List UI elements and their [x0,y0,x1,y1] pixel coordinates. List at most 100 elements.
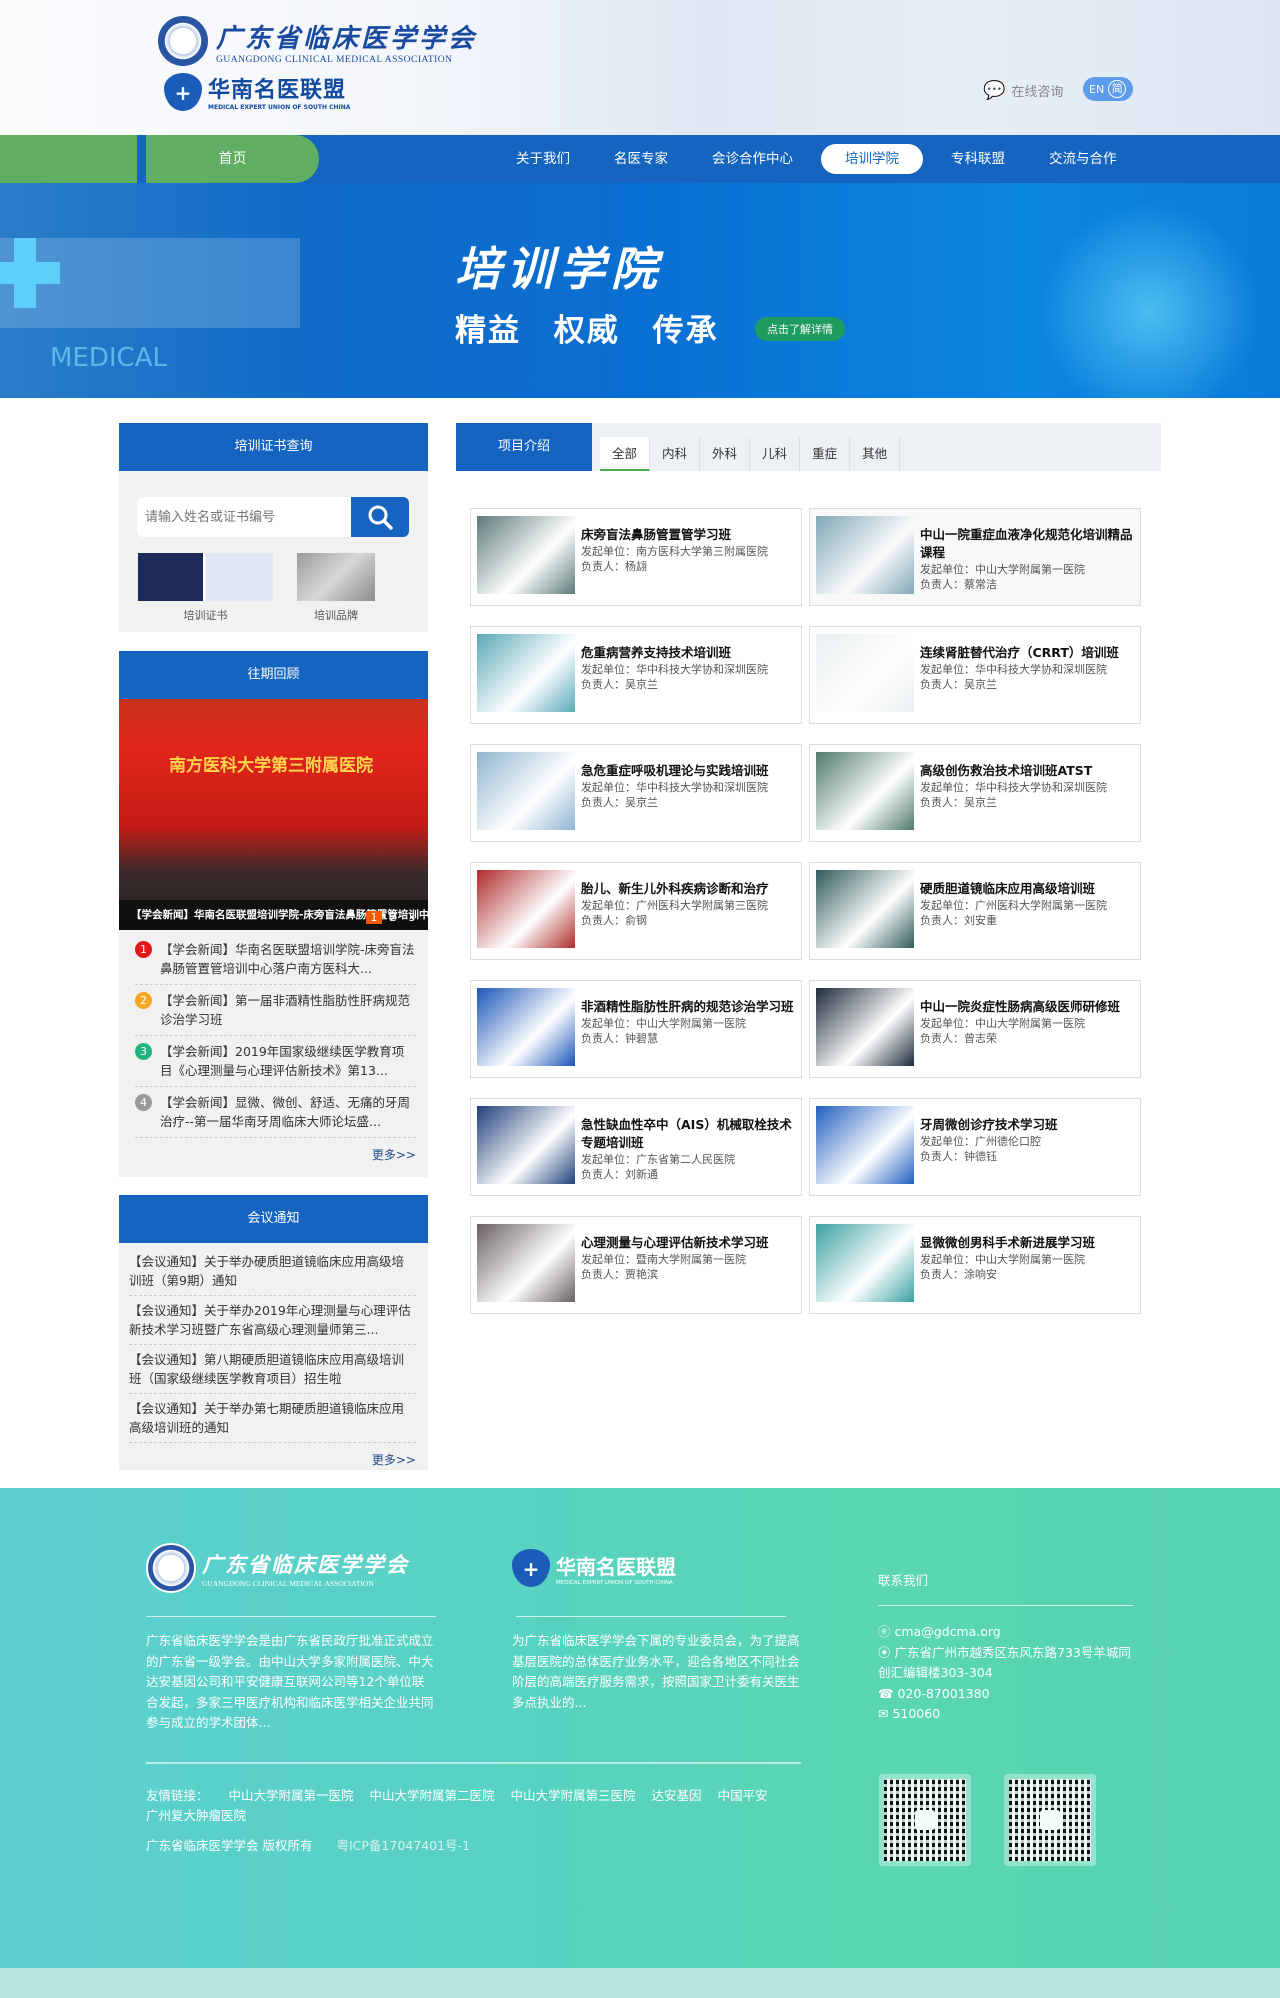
project-card[interactable]: 中山一院炎症性肠病高级医师研修班 发起单位：中山大学附属第一医院 负责人：曾志荣 [809,980,1141,1078]
notice-item[interactable]: 【会议通知】第八期硬质胆道镜临床应用高级培训班（国家级继续医学教育项目）招生啦 [129,1345,416,1394]
project-card[interactable]: 胎儿、新生儿外科疾病诊断和治疗 发起单位：广州医科大学附属第三医院 负责人：俞钢 [470,862,802,960]
project-card[interactable]: 急性缺血性卒中（AIS）机械取栓技术专题培训班 发起单位：广东省第二人民医院 负… [470,1098,802,1196]
language-toggle[interactable]: EN 简 [1083,77,1133,101]
project-card[interactable]: 牙周微创诊疗技术学习班 发起单位：广州德伦口腔 负责人：钟德钰 [809,1098,1141,1196]
friend-link[interactable]: 中国平安 [718,1788,768,1803]
cert-search-input[interactable] [137,497,351,537]
nav-experts[interactable]: 名医专家 [598,144,684,174]
project-card[interactable]: 非酒精性脂肪性肝病的规范诊治学习班 发起单位：中山大学附属第一医院 负责人：钟碧… [470,980,802,1078]
main-nav: 首页 关于我们 名医专家 会诊合作中心 培训学院 专科联盟 交流与合作 [0,135,1280,183]
brand-item[interactable]: 培训品牌 [297,553,375,623]
notice-item[interactable]: 【会议通知】关于举办第七期硬质胆道镜临床应用高级培训班的通知 [129,1394,416,1443]
project-card[interactable]: 显微微创男科手术新进展学习班 发起单位：中山大学附属第一医院 负责人：涂响安 [809,1216,1141,1314]
project-card[interactable]: 高级创伤救治技术培训班ATST 发起单位：华中科技大学协和深圳医院 负责人：吴京… [809,744,1141,842]
project-name[interactable]: 胎儿、新生儿外科疾病诊断和治疗 [581,880,769,898]
tab-all[interactable]: 全部 [600,437,651,471]
slide-page-2[interactable]: 2 [385,911,401,924]
news-item[interactable]: 3 【学会新闻】2019年国家级继续医学教育项目《心理测量与心理评估新技术》第13… [135,1036,416,1087]
project-name[interactable]: 硬质胆道镜临床应用高级培训班 [920,880,1107,898]
project-org: 发起单位：广州医科大学附属第一医院 [920,898,1107,913]
banner-details-button[interactable]: 点击了解详情 [755,317,845,341]
project-name[interactable]: 牙周微创诊疗技术学习班 [920,1116,1058,1134]
online-consult-link[interactable]: 💬 在线咨询 [983,80,1063,101]
cma-seal-icon [146,1543,196,1593]
project-name[interactable]: 中山一院重症血液净化规范化培训精品课程 [920,526,1134,562]
medical-cross-icon [0,238,60,308]
project-thumbnail [816,870,914,948]
friend-link[interactable]: 中山大学附属第二医院 [370,1788,495,1803]
project-name[interactable]: 中山一院炎症性肠病高级医师研修班 [920,998,1120,1016]
org-value: 中山大学附属第一医院 [975,563,1085,576]
friend-link[interactable]: 中山大学附属第一医院 [229,1788,354,1803]
news-item[interactable]: 4 【学会新闻】显微、微创、舒适、无痛的牙周治疗--第一届华南牙周临床大师论坛盛.… [135,1087,416,1138]
tab-surgery[interactable]: 外科 [700,437,751,471]
footer-union-logo[interactable]: + 华南名医联盟 MEDICAL EXPERT UNION OF SOUTH CH… [512,1540,802,1596]
project-name[interactable]: 显微微创男科手术新进展学习班 [920,1234,1095,1252]
news-item[interactable]: 2 【学会新闻】第一届非酒精性脂肪性肝病规范诊治学习班 [135,985,416,1036]
review-slideshow[interactable]: 南方医科大学第三附属医院 【学会新闻】华南名医联盟培训学院-床旁盲法鼻肠管置管培… [119,699,428,930]
friend-link[interactable]: 中山大学附属第三医院 [511,1788,636,1803]
contact-email[interactable]: ⓔ cma@gdcma.org [878,1622,1133,1643]
project-name[interactable]: 急危重症呼吸机理论与实践培训班 [581,762,769,780]
project-name[interactable]: 床旁盲法鼻肠管置管学习班 [581,526,768,544]
lang-en[interactable]: EN [1089,83,1104,96]
project-name[interactable]: 非酒精性脂肪性肝病的规范诊治学习班 [581,998,794,1016]
union-logo[interactable]: + 华南名医联盟 MEDICAL EXPERT UNION OF SOUTH CH… [164,72,350,111]
project-thumbnail [477,516,575,594]
project-card[interactable]: 连续肾脏替代治疗（CRRT）培训班 发起单位：华中科技大学协和深圳医院 负责人：… [809,626,1141,724]
project-card[interactable]: 中山一院重症血液净化规范化培训精品课程 发起单位：中山大学附属第一医院 负责人：… [809,508,1141,606]
org-value: 暨南大学附属第一医院 [636,1253,746,1266]
news-item[interactable]: 1 【学会新闻】华南名医联盟培训学院-床旁盲法鼻肠管置管培训中心落户南方医科大..… [135,934,416,985]
qr-code-union [879,1774,971,1866]
project-lead: 负责人：吴京兰 [581,795,769,810]
friend-link[interactable]: 达安基因 [652,1788,702,1803]
search-button[interactable] [351,497,409,537]
project-card[interactable]: 床旁盲法鼻肠管置管学习班 发起单位：南方医科大学第三附属医院 负责人：杨翃 [470,508,802,606]
project-card[interactable]: 心理测量与心理评估新技术学习班 发起单位：暨南大学附属第一医院 负责人：贾艳滨 [470,1216,802,1314]
icp-link[interactable]: 粤ICP备17047401号-1 [336,1838,470,1853]
project-card[interactable]: 急危重症呼吸机理论与实践培训班 发起单位：华中科技大学协和深圳医院 负责人：吴京… [470,744,802,842]
phone-text: 020-87001380 [897,1685,990,1701]
project-name[interactable]: 危重病营养支持技术培训班 [581,644,768,662]
org-label: 发起单位： [581,781,636,794]
project-name[interactable]: 急性缺血性卒中（AIS）机械取栓技术专题培训班 [581,1116,795,1152]
project-name[interactable]: 连续肾脏替代治疗（CRRT）培训班 [920,644,1119,662]
lang-zh[interactable]: 简 [1108,80,1127,98]
slide-page-1[interactable]: 1 [366,911,382,924]
notice-item[interactable]: 【会议通知】关于举办2019年心理测量与心理评估新技术学习班暨广东省高级心理测量… [129,1296,416,1345]
notice-item[interactable]: 【会议通知】关于举办硬质胆道镜临床应用高级培训班（第9期）通知 [129,1247,416,1296]
nav-training[interactable]: 培训学院 [821,144,923,174]
project-card[interactable]: 硬质胆道镜临床应用高级培训班 发起单位：广州医科大学附属第一医院 负责人：刘安重 [809,862,1141,960]
lead-value: 曾志荣 [964,1032,997,1045]
tab-critical[interactable]: 重症 [800,437,851,471]
footer-cma-logo[interactable]: 广东省临床医学学会 GUANGDONG CLINICAL MEDICAL ASSO… [146,1540,436,1596]
cert-item[interactable]: 培训证书 [138,553,273,623]
lead-label: 负责人： [920,1268,964,1281]
lead-value: 吴京兰 [964,678,997,691]
friend-link[interactable]: 广州复大肿瘤医院 [146,1808,246,1823]
tab-pediatrics[interactable]: 儿科 [750,437,801,471]
org-value: 广州德伦口腔 [975,1135,1041,1148]
project-thumbnail [816,1106,914,1184]
cma-logo[interactable]: 广东省临床医学学会 GUANGDONG CLINICAL MEDICAL ASSO… [158,16,477,66]
project-name[interactable]: 高级创伤救治技术培训班ATST [920,762,1107,780]
nav-cooperation[interactable]: 交流与合作 [1033,144,1133,174]
nav-home[interactable]: 首页 [146,135,319,183]
org-label: 发起单位： [581,1253,636,1266]
tab-other[interactable]: 其他 [850,437,901,471]
slide-page-3[interactable]: 3 [404,911,420,924]
org-label: 发起单位： [920,1253,975,1266]
nav-consultation[interactable]: 会诊合作中心 [696,144,809,174]
tab-internal[interactable]: 内科 [650,437,701,471]
nav-about[interactable]: 关于我们 [500,144,586,174]
notice-more-link[interactable]: 更多>> [119,1443,428,1476]
copyright: 广东省临床医学学会 版权所有 粤ICP备17047401号-1 [146,1835,470,1854]
project-card[interactable]: 危重病营养支持技术培训班 发起单位：华中科技大学协和深圳医院 负责人：吴京兰 [470,626,802,724]
review-title: 往期回顾 [119,651,428,699]
project-org: 发起单位：华中科技大学协和深圳医院 [920,780,1107,795]
org-label: 发起单位： [581,1153,636,1166]
nav-alliance[interactable]: 专科联盟 [935,144,1021,174]
review-more-link[interactable]: 更多>> [119,1138,428,1171]
project-org: 发起单位：暨南大学附属第一医院 [581,1252,769,1267]
project-name[interactable]: 心理测量与心理评估新技术学习班 [581,1234,769,1252]
